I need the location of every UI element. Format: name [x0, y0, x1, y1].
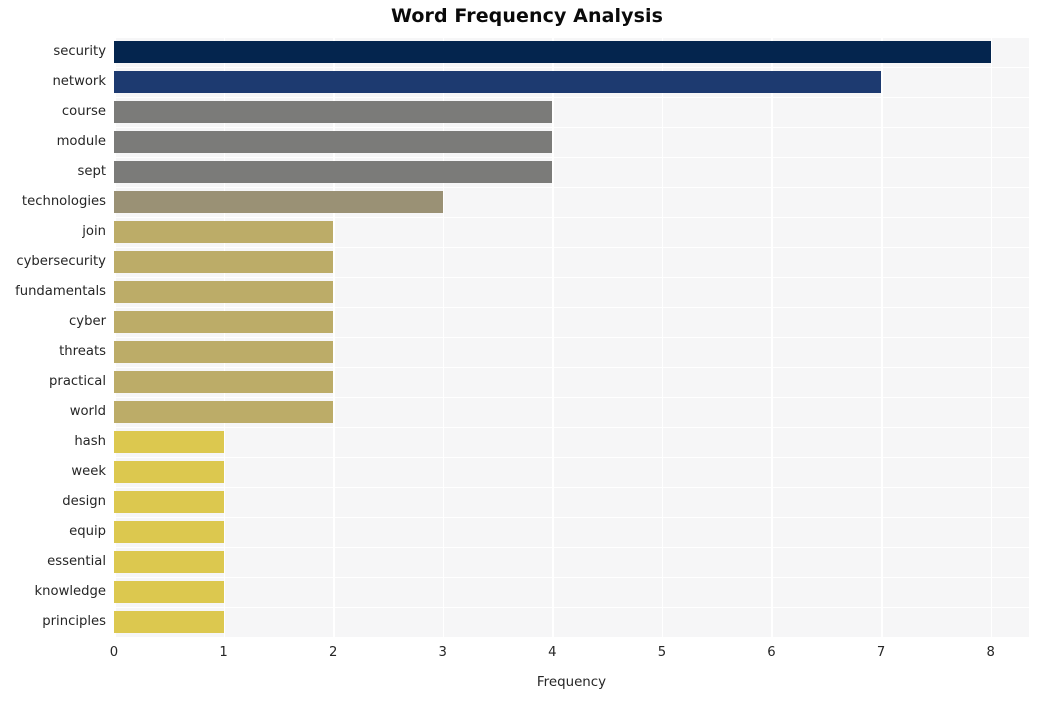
x-tick-label-0: 0	[109, 645, 119, 660]
x-tick-label-5: 5	[657, 645, 667, 660]
y-tick-label-network: network	[52, 74, 106, 89]
y-tick-label-knowledge: knowledge	[34, 584, 106, 599]
x-tick-label-8: 8	[986, 645, 995, 660]
gridline-horizontal	[114, 637, 1029, 639]
y-tick-label-cyber: cyber	[69, 314, 106, 329]
bar-principles	[114, 611, 224, 633]
x-tick-label-3: 3	[438, 645, 447, 660]
x-tick-label-6: 6	[767, 645, 776, 660]
chart-title: Word Frequency Analysis	[390, 5, 664, 27]
bar-fundamentals	[114, 281, 334, 303]
y-tick-label-course: course	[61, 104, 106, 119]
x-axis-tick-labels: 0 1 2 3 4 5 6 7 8	[110, 645, 1029, 665]
bar-cyber	[114, 311, 334, 333]
bar-design	[114, 491, 224, 513]
y-tick-label-essential: essential	[47, 554, 106, 569]
bar-security	[114, 41, 991, 63]
x-tick-label-1: 1	[219, 645, 228, 660]
bar-network	[114, 71, 882, 93]
bar-knowledge	[114, 581, 224, 603]
y-tick-label-hash: hash	[74, 434, 106, 449]
bar-world	[114, 401, 334, 423]
x-tick-label-4: 4	[548, 645, 557, 660]
y-tick-label-cybersecurity: cybersecurity	[16, 254, 106, 269]
bar-course	[114, 101, 553, 123]
y-tick-label-principles: principles	[42, 614, 106, 629]
x-tick-label-2: 2	[328, 645, 338, 660]
bar-technologies	[114, 191, 443, 213]
y-tick-label-week: week	[71, 464, 106, 479]
y-tick-label-threats: threats	[59, 344, 106, 359]
bar-equip	[114, 521, 224, 543]
bar-practical	[114, 371, 334, 393]
x-axis-title: Frequency	[536, 675, 607, 690]
bar-cybersecurity	[114, 251, 334, 273]
plot-area	[114, 37, 1029, 639]
bar-join	[114, 221, 334, 243]
bar-hash	[114, 431, 224, 453]
y-tick-label-fundamentals: fundamentals	[15, 284, 106, 299]
y-tick-label-join: join	[82, 224, 106, 239]
chart-figure: Word Frequency Analysis security network c…	[0, 0, 1054, 701]
y-tick-label-world: world	[69, 404, 106, 419]
y-tick-label-equip: equip	[69, 524, 106, 539]
bar-essential	[114, 551, 224, 573]
y-tick-label-technologies: technologies	[21, 194, 106, 209]
y-tick-label-practical: practical	[49, 374, 106, 389]
y-tick-label-security: security	[53, 44, 106, 59]
y-tick-label-sept: sept	[77, 164, 106, 179]
y-tick-label-module: module	[56, 134, 106, 149]
y-tick-label-design: design	[62, 494, 106, 509]
bar-sept	[114, 161, 553, 183]
bar-threats	[114, 341, 334, 363]
bars-layer	[114, 37, 1029, 637]
bar-module	[114, 131, 553, 153]
bar-week	[114, 461, 224, 483]
x-tick-label-7: 7	[876, 645, 886, 660]
y-axis-tick-labels: security network course module sept technolog…	[0, 37, 106, 637]
